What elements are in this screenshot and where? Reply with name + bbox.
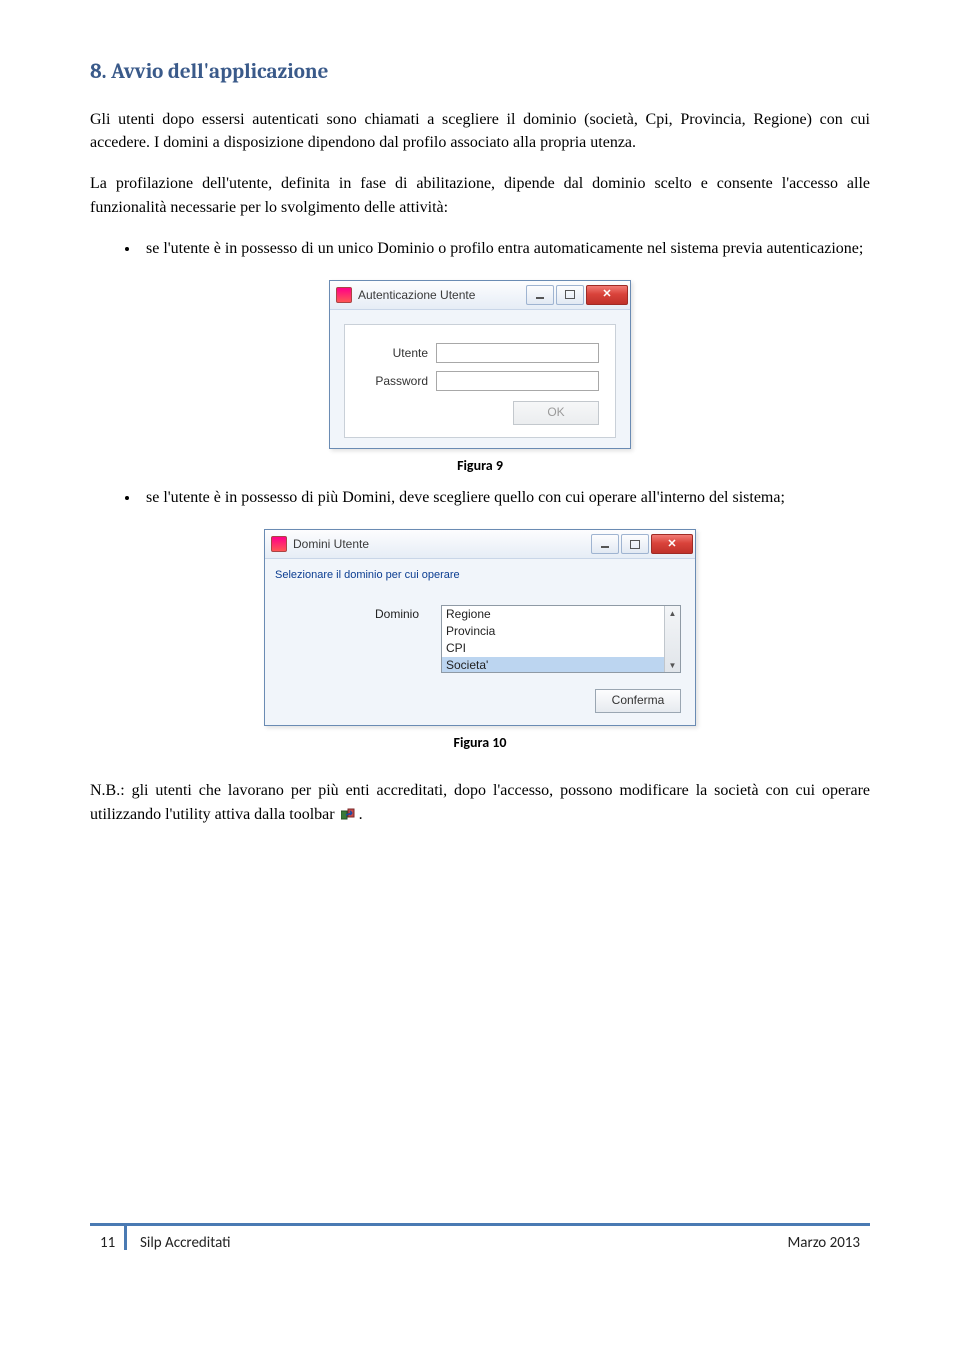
domain-option-selected[interactable]: Societa' <box>442 657 680 673</box>
maximize-button[interactable] <box>621 534 649 554</box>
paragraph-2: La profilazione dell'utente, definita in… <box>90 172 870 218</box>
footer-rule <box>90 1223 870 1226</box>
close-button[interactable] <box>651 534 693 554</box>
close-button[interactable] <box>586 285 628 305</box>
toolbar-switch-icon <box>341 808 357 822</box>
domain-dialog-titlebar: Domini Utente <box>265 530 695 559</box>
figure-10: Domini Utente Selezionare il dominio per… <box>90 529 870 751</box>
domain-dialog-title: Domini Utente <box>293 537 585 551</box>
domain-option[interactable]: Provincia <box>442 623 680 640</box>
minimize-button[interactable] <box>526 285 554 305</box>
figure-9: Autenticazione Utente Utente Password <box>90 280 870 474</box>
domain-listbox[interactable]: Regione Provincia CPI Societa' ▲ ▼ <box>441 605 681 673</box>
footer-date: Marzo 2013 <box>787 1234 860 1252</box>
figure-10-caption: Figura 10 <box>90 734 870 751</box>
domain-label: Dominio <box>279 605 419 621</box>
domain-option[interactable]: CPI <box>442 640 680 657</box>
domain-option[interactable]: Regione <box>442 606 680 623</box>
note-text: N.B.: gli utenti che lavorano per più en… <box>90 782 870 823</box>
listbox-scrollbar[interactable]: ▲ ▼ <box>664 606 680 672</box>
minimize-button[interactable] <box>591 534 619 554</box>
app-icon <box>336 287 352 303</box>
scroll-up-icon[interactable]: ▲ <box>665 606 680 620</box>
scroll-down-icon[interactable]: ▼ <box>665 658 680 672</box>
auth-dialog-titlebar: Autenticazione Utente <box>330 281 630 310</box>
domain-instruction: Selezionare il dominio per cui operare <box>265 559 695 585</box>
footer-page-number: 11 <box>100 1234 115 1252</box>
bullet-item-2: se l'utente è in possesso di più Domini,… <box>140 486 870 509</box>
figure-9-caption: Figura 9 <box>90 457 870 474</box>
password-input[interactable] <box>436 371 599 391</box>
note-suffix: . <box>359 806 363 823</box>
note-paragraph: N.B.: gli utenti che lavorano per più en… <box>90 779 870 827</box>
domain-dialog: Domini Utente Selezionare il dominio per… <box>264 529 696 726</box>
auth-dialog: Autenticazione Utente Utente Password <box>329 280 631 449</box>
footer-doc-title: Silp Accreditati <box>140 1234 230 1252</box>
ok-button[interactable]: OK <box>513 401 599 425</box>
auth-dialog-title: Autenticazione Utente <box>358 288 520 302</box>
app-icon <box>271 536 287 552</box>
section-heading: 8. Avvio dell'applicazione <box>90 60 870 84</box>
user-input[interactable] <box>436 343 599 363</box>
confirm-button[interactable]: Conferma <box>595 689 681 713</box>
bullet-item-1: se l'utente è in possesso di un unico Do… <box>140 237 870 260</box>
password-label: Password <box>361 374 428 388</box>
maximize-button[interactable] <box>556 285 584 305</box>
user-label: Utente <box>361 346 428 360</box>
paragraph-1: Gli utenti dopo essersi autenticati sono… <box>90 108 870 154</box>
